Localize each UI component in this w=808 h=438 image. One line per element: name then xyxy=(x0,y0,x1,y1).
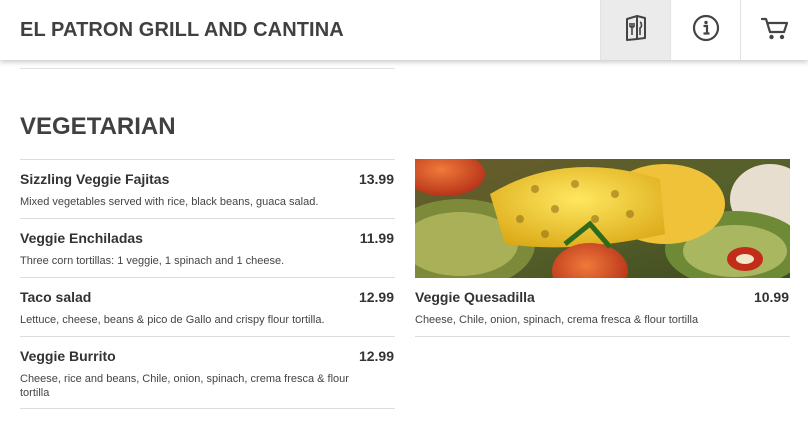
item-description: Cheese, rice and beans, Chile, onion, sp… xyxy=(20,373,349,399)
item-description: Three corn tortillas: 1 veggie, 1 spinac… xyxy=(20,255,285,267)
menu-item[interactable]: Veggie Enchiladas 11.99 Three corn torti… xyxy=(20,218,395,277)
cart-icon xyxy=(760,15,790,46)
item-name: Sizzling Veggie Fajitas xyxy=(20,171,170,187)
featured-item-details: Veggie Quesadilla 10.99 Cheese, Chile, o… xyxy=(415,278,790,337)
item-name: Taco salad xyxy=(20,289,92,305)
menu-item[interactable]: Sizzling Veggie Fajitas 13.99 Mixed vege… xyxy=(20,159,395,218)
section-title: VEGETARIAN xyxy=(20,113,176,140)
item-price: 13.99 xyxy=(358,171,394,187)
item-description: Mixed vegetables served with rice, black… xyxy=(20,196,319,208)
item-price: 12.99 xyxy=(358,289,394,305)
info-icon xyxy=(692,14,720,47)
info-button[interactable] xyxy=(670,0,740,60)
restaurant-name[interactable]: EL PATRON GRILL AND CANTINA xyxy=(20,19,344,42)
menu-item[interactable]: Veggie Burrito 12.99 Cheese, rice and be… xyxy=(20,336,395,409)
featured-item[interactable]: Veggie Quesadilla 10.99 Cheese, Chile, o… xyxy=(415,159,790,337)
divider xyxy=(20,68,395,69)
menu-item-list: Sizzling Veggie Fajitas 13.99 Mixed vege… xyxy=(20,159,395,409)
menu-item[interactable]: Taco salad 12.99 Lettuce, cheese, beans … xyxy=(20,277,395,336)
menu-button[interactable] xyxy=(600,0,670,60)
menu-book-icon xyxy=(624,14,648,46)
item-description: Lettuce, cheese, beans & pico de Gallo a… xyxy=(20,314,325,326)
item-price: 12.99 xyxy=(358,348,394,364)
item-description: Cheese, Chile, onion, spinach, crema fre… xyxy=(415,314,699,326)
item-name: Veggie Burrito xyxy=(20,348,116,364)
item-name: Veggie Quesadilla xyxy=(415,289,535,305)
item-price: 11.99 xyxy=(359,230,394,246)
item-name: Veggie Enchiladas xyxy=(20,230,143,246)
app-header: EL PATRON GRILL AND CANTINA xyxy=(0,0,808,60)
grilled-vegetables-photo[interactable] xyxy=(415,159,790,278)
item-price: 10.99 xyxy=(753,289,789,305)
cart-button[interactable] xyxy=(740,0,808,60)
